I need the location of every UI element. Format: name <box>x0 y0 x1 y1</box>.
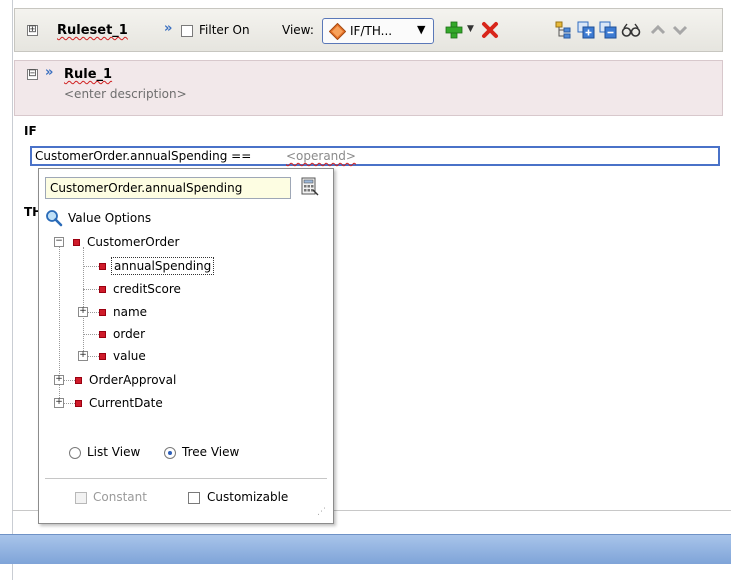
condition-left-operand[interactable]: CustomerOrder.annualSpending == <box>35 149 251 163</box>
expand-node-icon[interactable]: + <box>54 398 64 408</box>
field-node-icon <box>99 286 106 293</box>
operand-placeholder[interactable]: <operand> <box>286 149 356 163</box>
bottom-panel-bar <box>0 534 731 564</box>
collapse-icon[interactable]: ⊟ <box>27 69 38 80</box>
rule-description[interactable]: <enter description> <box>64 87 187 101</box>
tree-node-label: order <box>113 327 145 341</box>
double-chevron-icon[interactable]: » <box>164 22 172 35</box>
ruleset-name[interactable]: Ruleset_1 <box>57 23 128 38</box>
filter-label: Filter On <box>199 23 250 37</box>
tree-node-name[interactable]: + name <box>39 303 329 321</box>
class-node-icon <box>75 400 82 407</box>
popup-divider <box>45 478 327 479</box>
tree-node-label: CustomerOrder <box>87 235 180 249</box>
tree-node-annualspending[interactable]: annualSpending <box>39 257 329 275</box>
value-chooser-popup: CustomerOrder.annualSpending Value Optio… <box>38 168 334 524</box>
tree-node-label: CurrentDate <box>89 396 163 410</box>
tree-view-radio[interactable] <box>164 447 176 459</box>
expand-icon[interactable]: ⊞ <box>27 25 38 36</box>
class-node-icon <box>73 239 80 246</box>
condition-field[interactable]: CustomerOrder.annualSpending == <operand… <box>30 146 720 166</box>
tree-node-label: annualSpending <box>111 257 215 275</box>
constant-checkbox[interactable] <box>75 492 87 504</box>
expression-input[interactable]: CustomerOrder.annualSpending <box>45 177 291 199</box>
field-node-icon <box>99 331 106 338</box>
left-edge-line <box>0 0 13 580</box>
tree-view-label[interactable]: Tree View <box>182 445 239 459</box>
tree-node-creditscore[interactable]: creditScore <box>39 280 329 298</box>
move-down-icon[interactable] <box>671 21 689 39</box>
view-select[interactable]: IF/TH... ▼ <box>322 18 434 44</box>
search-icon <box>46 210 63 227</box>
expand-node-icon[interactable]: + <box>54 375 64 385</box>
chevron-down-icon: ▼ <box>417 23 426 36</box>
class-node-icon <box>75 377 82 384</box>
if-then-diamond-icon <box>329 23 346 40</box>
tree-node-currentdate[interactable]: + CurrentDate <box>39 394 329 412</box>
view-label: View: <box>282 23 314 37</box>
value-options-label: Value Options <box>68 211 152 225</box>
customizable-checkbox[interactable] <box>188 492 200 504</box>
delete-icon[interactable] <box>481 21 499 39</box>
field-node-icon <box>99 353 106 360</box>
if-label: IF <box>24 124 37 138</box>
tree-node-customerorder[interactable]: − CustomerOrder <box>39 233 329 251</box>
collapse-all-icon[interactable] <box>599 21 617 39</box>
field-node-icon <box>99 309 106 316</box>
constant-label: Constant <box>93 490 147 504</box>
expression-builder-icon[interactable] <box>301 177 319 197</box>
expand-all-icon[interactable] <box>577 21 595 39</box>
tree-node-label: name <box>113 305 148 319</box>
field-node-icon <box>99 263 106 270</box>
expand-node-icon[interactable]: + <box>78 307 88 317</box>
list-view-radio[interactable] <box>69 447 81 459</box>
ruleset-toolbar: ⊞ Ruleset_1 » Filter On View: IF/TH... ▼… <box>14 8 723 52</box>
resize-grip-icon[interactable]: ⋰ <box>317 507 326 517</box>
move-up-icon[interactable] <box>649 21 667 39</box>
filter-checkbox[interactable] <box>181 25 193 37</box>
tree-node-label: creditScore <box>113 282 181 296</box>
tree-node-orderapproval[interactable]: + OrderApproval <box>39 371 329 389</box>
collapse-node-icon[interactable]: − <box>54 237 64 247</box>
customizable-label: Customizable <box>207 490 289 504</box>
find-icon[interactable] <box>621 21 641 39</box>
double-chevron-icon[interactable]: » <box>45 66 53 79</box>
tree-node-value[interactable]: + value <box>39 347 329 365</box>
tree-node-label: value <box>113 349 146 363</box>
view-select-value: IF/TH... <box>350 24 393 38</box>
expand-node-icon[interactable]: + <box>78 351 88 361</box>
add-icon[interactable] <box>445 21 463 39</box>
add-dropdown-icon[interactable]: ▼ <box>467 24 474 34</box>
list-view-label[interactable]: List View <box>87 445 140 459</box>
tree-icon[interactable] <box>555 21 573 39</box>
tree-node-order[interactable]: order <box>39 325 329 343</box>
rule-panel: ⊟ » Rule_1 <enter description> <box>14 60 723 116</box>
radio-selected-dot <box>168 451 172 455</box>
rule-name[interactable]: Rule_1 <box>64 67 112 82</box>
tree-node-label: OrderApproval <box>89 373 177 387</box>
